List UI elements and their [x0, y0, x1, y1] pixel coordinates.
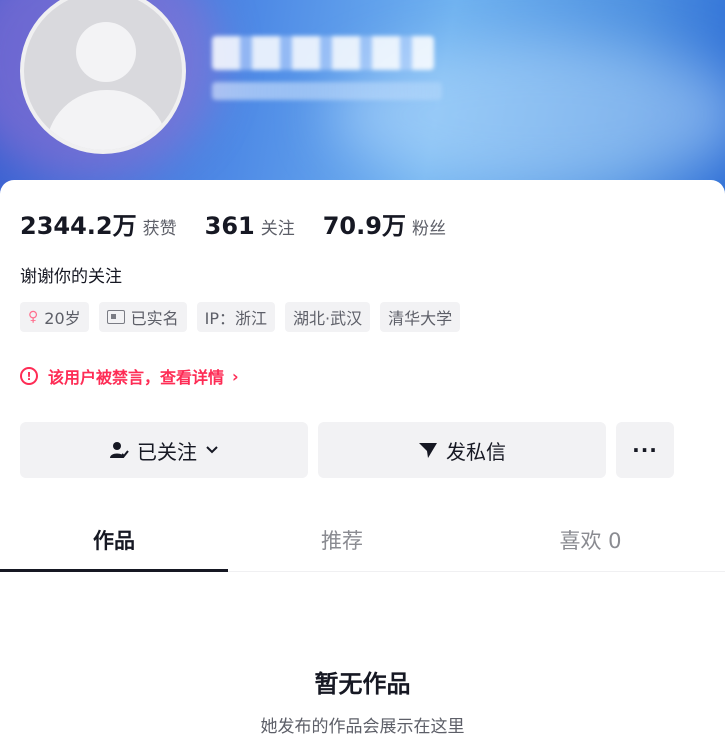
tag-location: 湖北·武汉	[285, 302, 371, 332]
following-button-label: 已关注	[137, 439, 197, 464]
tag-age: ♀ 20岁	[20, 302, 89, 332]
tag-verified[interactable]: 已实名	[98, 302, 187, 332]
more-button[interactable]: ···	[616, 422, 674, 478]
stat-followers-label: 粉丝	[411, 219, 446, 239]
tag-age-label: 20岁	[44, 309, 81, 328]
stats-row: 2344.2万 获赞 361 关注 70.9万 粉丝	[20, 206, 474, 241]
stat-followers-value: 70.9万	[322, 212, 406, 240]
tag-ip-label: IP：浙江	[204, 309, 268, 328]
bio-text: 谢谢你的关注	[20, 267, 122, 287]
person-check-icon	[110, 442, 129, 458]
empty-state-subtitle: 她发布的作品会展示在这里	[260, 717, 465, 737]
tag-location-label: 湖北·武汉	[293, 309, 363, 328]
tag-school-label: 清华大学	[388, 309, 453, 328]
stat-likes-value: 2344.2万	[20, 212, 137, 240]
chevron-right-icon: ›	[232, 366, 239, 386]
send-plane-icon	[419, 443, 437, 458]
ban-notice-text: 该用户被禁言，查看详情	[48, 368, 225, 387]
message-button[interactable]: 发私信	[318, 422, 606, 478]
profile-tags: ♀ 20岁 已实名 IP：浙江 湖北·武汉 清华大学	[20, 302, 470, 332]
stat-following[interactable]: 361 关注	[205, 212, 295, 240]
avatar[interactable]	[20, 0, 186, 154]
empty-state-title: 暂无作品	[314, 670, 411, 698]
ban-notice-link[interactable]: ! 该用户被禁言，查看详情 ›	[20, 364, 239, 388]
tag-school[interactable]: 清华大学	[380, 302, 461, 332]
blurred-username	[212, 36, 434, 70]
alert-circle-icon: !	[20, 367, 38, 385]
tag-ip: IP：浙江	[196, 302, 276, 332]
content-tabs: 作品 推荐 喜欢 0	[0, 508, 725, 572]
following-button[interactable]: 已关注	[20, 422, 308, 478]
chevron-down-icon	[206, 446, 218, 454]
tab-recommended[interactable]: 推荐	[228, 508, 456, 571]
stat-following-label: 关注	[260, 219, 295, 239]
stat-following-value: 361	[204, 212, 255, 240]
tab-recommended-label: 推荐	[321, 528, 363, 553]
id-card-icon	[106, 310, 125, 324]
tab-likes-label: 喜欢 0	[559, 528, 622, 553]
stat-followers[interactable]: 70.9万 粉丝	[323, 206, 446, 241]
stat-likes-label: 获赞	[142, 219, 177, 239]
female-symbol-icon: ♀	[28, 309, 39, 325]
tag-verified-label: 已实名	[130, 309, 179, 328]
avatar-placeholder-head	[76, 22, 136, 82]
action-buttons: 已关注 发私信 ···	[20, 422, 674, 478]
blurred-user-id	[212, 82, 442, 100]
more-dots-icon: ···	[632, 438, 658, 462]
tab-works-label: 作品	[93, 528, 135, 553]
avatar-placeholder-body	[46, 90, 168, 150]
stat-likes[interactable]: 2344.2万 获赞	[20, 206, 177, 241]
message-button-label: 发私信	[446, 439, 506, 464]
tab-likes[interactable]: 喜欢 0	[456, 508, 725, 571]
tab-works[interactable]: 作品	[0, 508, 228, 572]
